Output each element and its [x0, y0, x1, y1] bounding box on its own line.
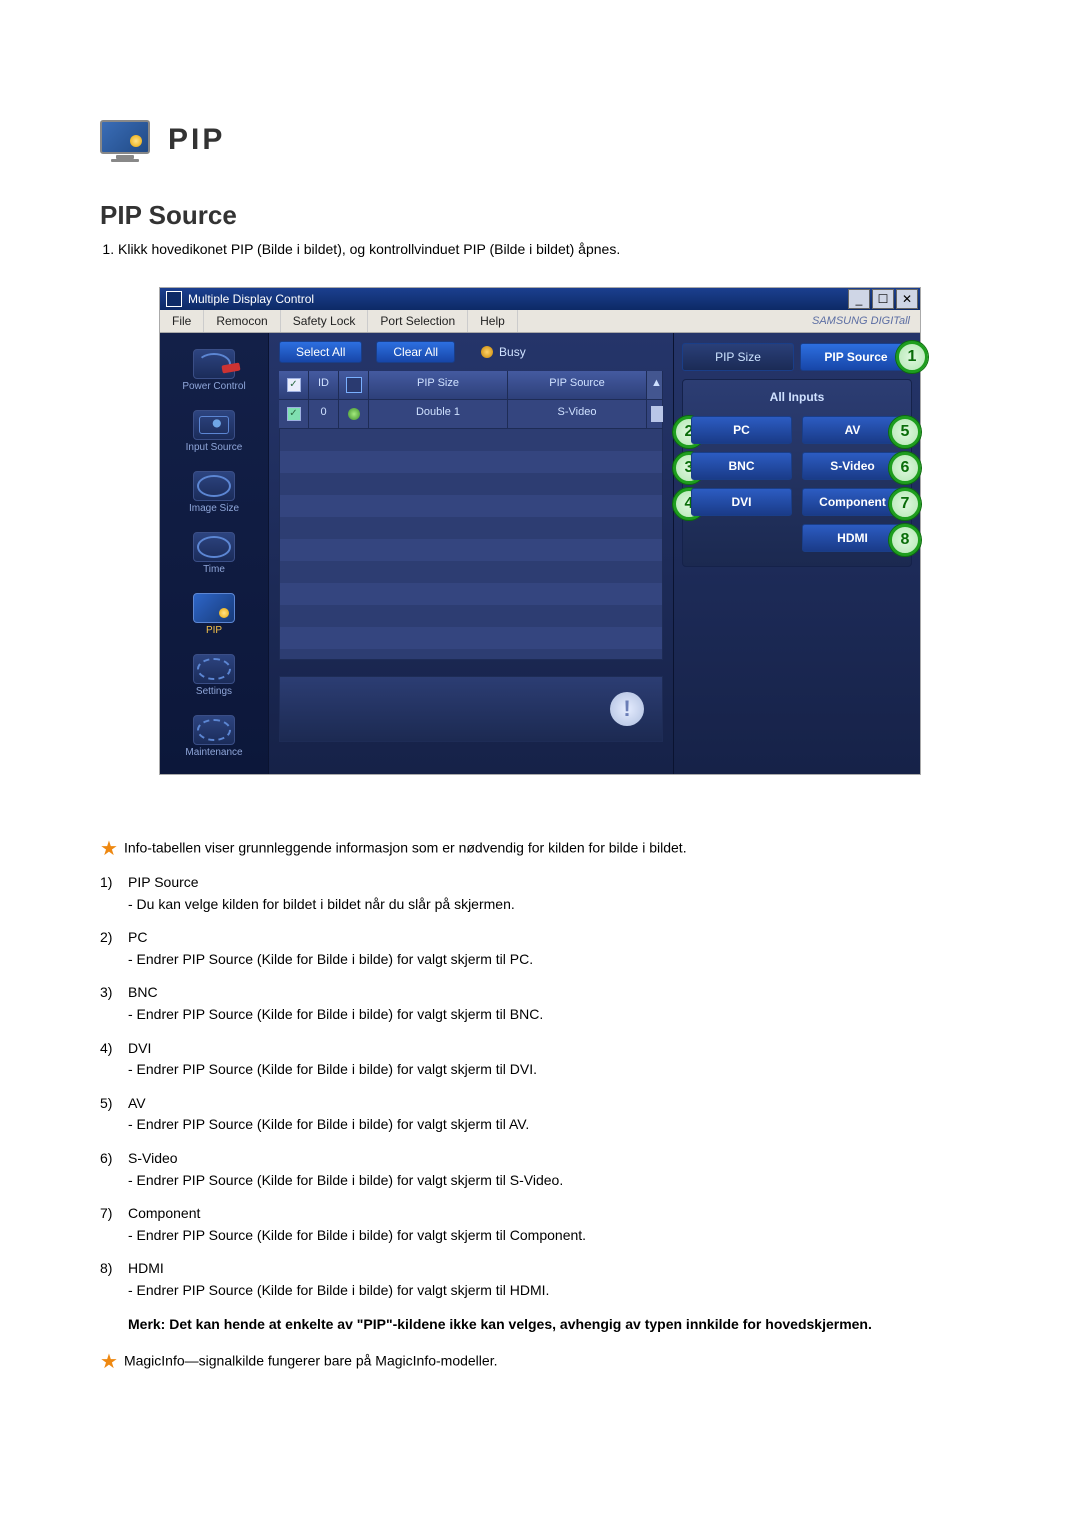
busy-dot-icon	[481, 346, 493, 358]
sidebar-label-image: Image Size	[189, 503, 239, 514]
note-merk: Merk: Det kan hende at enkelte av "PIP"-…	[100, 1315, 980, 1335]
sidebar-label-pip: PIP	[206, 625, 222, 636]
minimize-button[interactable]: _	[848, 289, 870, 309]
header-checkbox[interactable]	[279, 371, 309, 400]
sidebar-item-maintenance[interactable]: Maintenance	[168, 709, 260, 764]
input-hdmi-button[interactable]: HDMI	[802, 524, 903, 552]
sidebar-item-time[interactable]: Time	[168, 526, 260, 581]
input-av-button[interactable]: AV	[802, 416, 903, 444]
note-item: 8)HDMI- Endrer PIP Source (Kilde for Bil…	[100, 1259, 980, 1300]
clear-all-button[interactable]: Clear All	[376, 341, 455, 363]
callout-7: 7	[889, 488, 921, 520]
note-item: 6)S-Video- Endrer PIP Source (Kilde for …	[100, 1149, 980, 1190]
menu-port-selection[interactable]: Port Selection	[368, 310, 468, 332]
note-star-2: ★MagicInfo—signalkilde fungerer bare på …	[100, 1348, 980, 1376]
sidebar-item-settings[interactable]: Settings	[168, 648, 260, 703]
note-item: 3)BNC- Endrer PIP Source (Kilde for Bild…	[100, 983, 980, 1024]
row-status	[339, 400, 369, 429]
note-item: 4)DVI- Endrer PIP Source (Kilde for Bild…	[100, 1039, 980, 1080]
row-checkbox[interactable]	[279, 400, 309, 429]
sidebar-item-pip[interactable]: PIP	[168, 587, 260, 642]
page-subtitle: PIP Source	[100, 200, 980, 231]
close-button[interactable]: ✕	[896, 289, 918, 309]
app-window: Multiple Display Control _ ☐ ✕ File Remo…	[159, 287, 921, 775]
busy-label: Busy	[499, 345, 526, 359]
sidebar-item-image-size[interactable]: Image Size	[168, 465, 260, 520]
row-pip-source: S-Video	[508, 400, 647, 429]
app-title: Multiple Display Control	[188, 292, 314, 306]
sidebar-label-power: Power Control	[182, 381, 245, 392]
callout-6: 6	[889, 452, 921, 484]
sidebar-label-maint: Maintenance	[185, 747, 242, 758]
intro-line-1: Klikk hovedikonet PIP (Bilde i bildet), …	[118, 241, 980, 257]
panel-title: All Inputs	[691, 390, 903, 404]
note-item: 1)PIP Source- Du kan velge kilden for bi…	[100, 873, 980, 914]
row-id: 0	[309, 400, 339, 429]
pip-icon	[193, 593, 235, 623]
app-icon	[166, 291, 182, 307]
display-table: ID PIP Size PIP Source ▲ 0 Double 1 S-Vi…	[279, 371, 663, 660]
scroll-up-button[interactable]: ▲	[647, 371, 663, 400]
row-pip-size: Double 1	[369, 400, 508, 429]
callout-5: 5	[889, 416, 921, 448]
brand-label: SAMSUNG DIGITall	[812, 315, 920, 327]
menubar: File Remocon Safety Lock Port Selection …	[160, 310, 920, 333]
header-status-icon	[339, 371, 369, 400]
page-title: PIP	[168, 123, 225, 157]
note-item: 7)Component- Endrer PIP Source (Kilde fo…	[100, 1204, 980, 1245]
right-panel: PIP Size PIP Source 1 All Inputs 2 PC AV…	[674, 333, 920, 774]
note-star-1: ★Info-tabellen viser grunnleggende infor…	[100, 835, 980, 863]
settings-icon	[193, 654, 235, 684]
star-icon: ★	[100, 1351, 118, 1373]
time-icon	[193, 532, 235, 562]
input-dvi-button[interactable]: DVI	[691, 488, 792, 516]
sidebar-label-settings: Settings	[196, 686, 232, 697]
titlebar: Multiple Display Control _ ☐ ✕	[160, 288, 920, 310]
busy-indicator: Busy	[481, 345, 526, 359]
select-all-button[interactable]: Select All	[279, 341, 362, 363]
pip-section-icon	[100, 120, 150, 160]
menu-file[interactable]: File	[160, 310, 204, 332]
image-size-icon	[193, 471, 235, 501]
maximize-button[interactable]: ☐	[872, 289, 894, 309]
callout-1: 1	[896, 341, 928, 373]
status-bar: !	[279, 676, 663, 742]
scrollbar-thumb[interactable]	[647, 400, 663, 429]
sidebar-label-input: Input Source	[186, 442, 243, 453]
star-icon: ★	[100, 838, 118, 860]
sidebar: Power Control Input Source Image Size Ti…	[160, 333, 268, 774]
callout-8: 8	[889, 524, 921, 556]
header-pip-size: PIP Size	[369, 371, 508, 400]
tab-pip-size[interactable]: PIP Size	[682, 343, 794, 371]
sidebar-item-input-source[interactable]: Input Source	[168, 404, 260, 459]
input-bnc-button[interactable]: BNC	[691, 452, 792, 480]
warning-icon: !	[610, 692, 644, 726]
input-source-icon	[193, 410, 235, 440]
input-pc-button[interactable]: PC	[691, 416, 792, 444]
input-svideo-button[interactable]: S-Video	[802, 452, 903, 480]
menu-remocon[interactable]: Remocon	[204, 310, 280, 332]
input-component-button[interactable]: Component	[802, 488, 903, 516]
note-item: 2)PC- Endrer PIP Source (Kilde for Bilde…	[100, 928, 980, 969]
header-pip-source: PIP Source	[508, 371, 647, 400]
table-empty-rows	[279, 429, 663, 660]
maintenance-icon	[193, 715, 235, 745]
all-inputs-panel: All Inputs 2 PC AV 5 3 BNC S-Video 6	[682, 379, 912, 567]
note-item: 5)AV- Endrer PIP Source (Kilde for Bilde…	[100, 1094, 980, 1135]
menu-safety-lock[interactable]: Safety Lock	[281, 310, 369, 332]
sidebar-item-power-control[interactable]: Power Control	[168, 343, 260, 398]
power-icon	[193, 349, 235, 379]
sidebar-label-time: Time	[203, 564, 225, 575]
menu-help[interactable]: Help	[468, 310, 518, 332]
header-id: ID	[309, 371, 339, 400]
